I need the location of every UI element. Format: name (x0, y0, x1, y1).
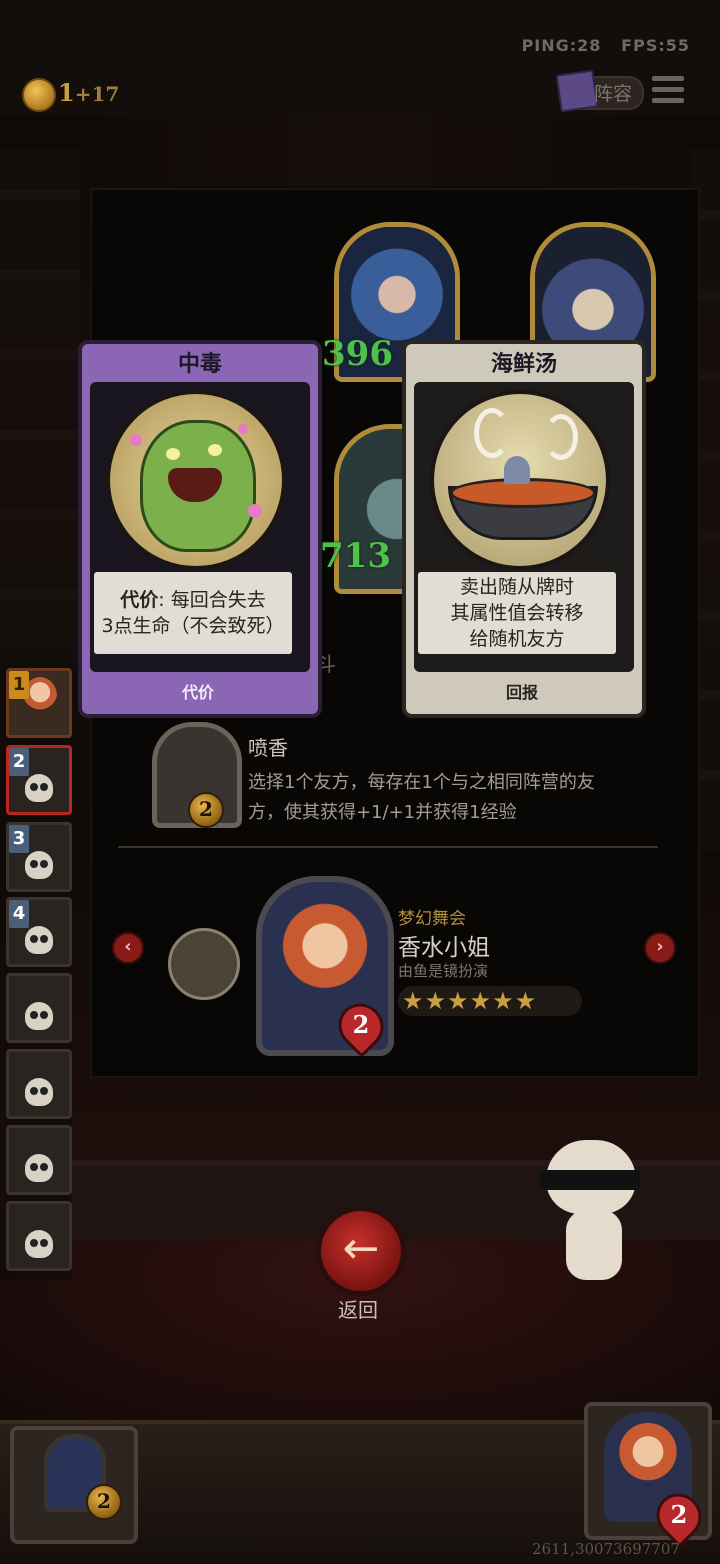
ping-readout: PING:28 (521, 36, 602, 55)
cost-keyword: 代价 (120, 589, 159, 611)
card-desc-line: 代价: 每回合失去 (94, 587, 292, 613)
hero-name: 香水小姐 (398, 935, 490, 961)
hero-actor: 由鱼是镜扮演 (398, 962, 489, 980)
divider (118, 846, 658, 848)
skull-icon (25, 774, 53, 802)
player-slot-6[interactable] (6, 1049, 72, 1119)
skull-icon (25, 926, 53, 954)
skull-icon (25, 1230, 53, 1258)
hero-tribe: 梦幻舞会 (398, 909, 466, 929)
card-description: 卖出随从牌时 其属性值会转移 给随机友方 (418, 572, 616, 654)
card-desc-text: : 每回合失去 (158, 589, 266, 611)
poison-goblin-icon (106, 390, 286, 570)
hero-value: 713 (320, 536, 391, 576)
player-slot-3[interactable]: 3 (6, 822, 72, 892)
rank-badge: 3 (9, 825, 29, 853)
card-desc-line: 其属性值会转移 (450, 602, 584, 624)
ability-description: 选择1个友方，每存在1个与之相同阵营的友方，使其获得+1/+1并获得1经验 (248, 772, 595, 823)
card-title: 中毒 (177, 352, 222, 377)
coin-icon (22, 78, 56, 112)
dock-ability-slot[interactable]: 2 (10, 1426, 138, 1544)
skull-icon (25, 1078, 53, 1106)
player-slot-5[interactable] (6, 973, 72, 1043)
rank-badge: 4 (9, 900, 29, 928)
network-stats: PING:28 FPS:55 (522, 36, 690, 55)
menu-icon[interactable] (652, 76, 684, 106)
player-slot-4[interactable]: 4 (6, 897, 72, 967)
card-title: 海鲜汤 (490, 352, 557, 377)
player-slot-7[interactable] (6, 1125, 72, 1195)
card-type-badge: 回报 (464, 680, 580, 706)
ability-frame[interactable]: 2 (148, 722, 242, 830)
seafood-soup-card[interactable]: 海鲜汤 卖出随从牌时 其属性值会转移 给随机友方 回报 (402, 340, 646, 718)
dock-ability-cost: 2 (86, 1484, 122, 1520)
coin-counter: 1+17 (58, 78, 119, 107)
hero-star-rating: ★★★★★★ (398, 986, 582, 1016)
book-icon (555, 69, 599, 113)
dock-hero-health: 2 (670, 1500, 688, 1529)
back-arrow-icon: ← (342, 1223, 380, 1274)
poison-card[interactable]: 中毒 代价: 每回合失去 3点生命（不会致死） 代价 (78, 340, 322, 718)
coordinates-readout: 2611,30073697707 (532, 1540, 680, 1558)
card-desc-line: 卖出随从牌时 (459, 576, 574, 598)
seafood-soup-icon (430, 390, 610, 570)
next-hero-button[interactable]: › (644, 932, 676, 964)
seafood-soup-token-icon[interactable] (168, 928, 240, 1000)
coin-amount: 1 (58, 78, 75, 107)
card-description: 代价: 每回合失去 3点生命（不会致死） (94, 572, 292, 654)
ability-title: 喷香 (248, 736, 288, 760)
hero-health: 2 (352, 1010, 370, 1039)
player-slot-1[interactable]: 1 (6, 668, 72, 738)
rank-badge: 2 (9, 748, 29, 776)
rank-badge: 1 (9, 671, 29, 699)
lineup-label: 阵容 (594, 83, 633, 105)
skull-icon (25, 1002, 53, 1030)
skull-icon (25, 851, 53, 879)
cat-mascot-body (566, 1210, 622, 1280)
back-label: 返回 (338, 1298, 378, 1322)
card-desc-line: 给随机友方 (469, 628, 565, 650)
coin-income: +17 (74, 82, 120, 106)
player-slot-8[interactable] (6, 1201, 72, 1271)
ability-cost: 2 (188, 792, 224, 828)
back-button[interactable]: ← (316, 1206, 406, 1296)
card-type-badge: 代价 (140, 680, 256, 706)
skull-icon (25, 1154, 53, 1182)
player-slot-2[interactable]: 2 (6, 745, 72, 815)
hero-value: 396 (322, 334, 393, 374)
prev-hero-button[interactable]: ‹ (112, 932, 144, 964)
sunglasses-icon (540, 1170, 640, 1190)
fps-readout: FPS:55 (621, 36, 690, 55)
card-desc-line: 3点生命（不会致死） (101, 615, 285, 637)
